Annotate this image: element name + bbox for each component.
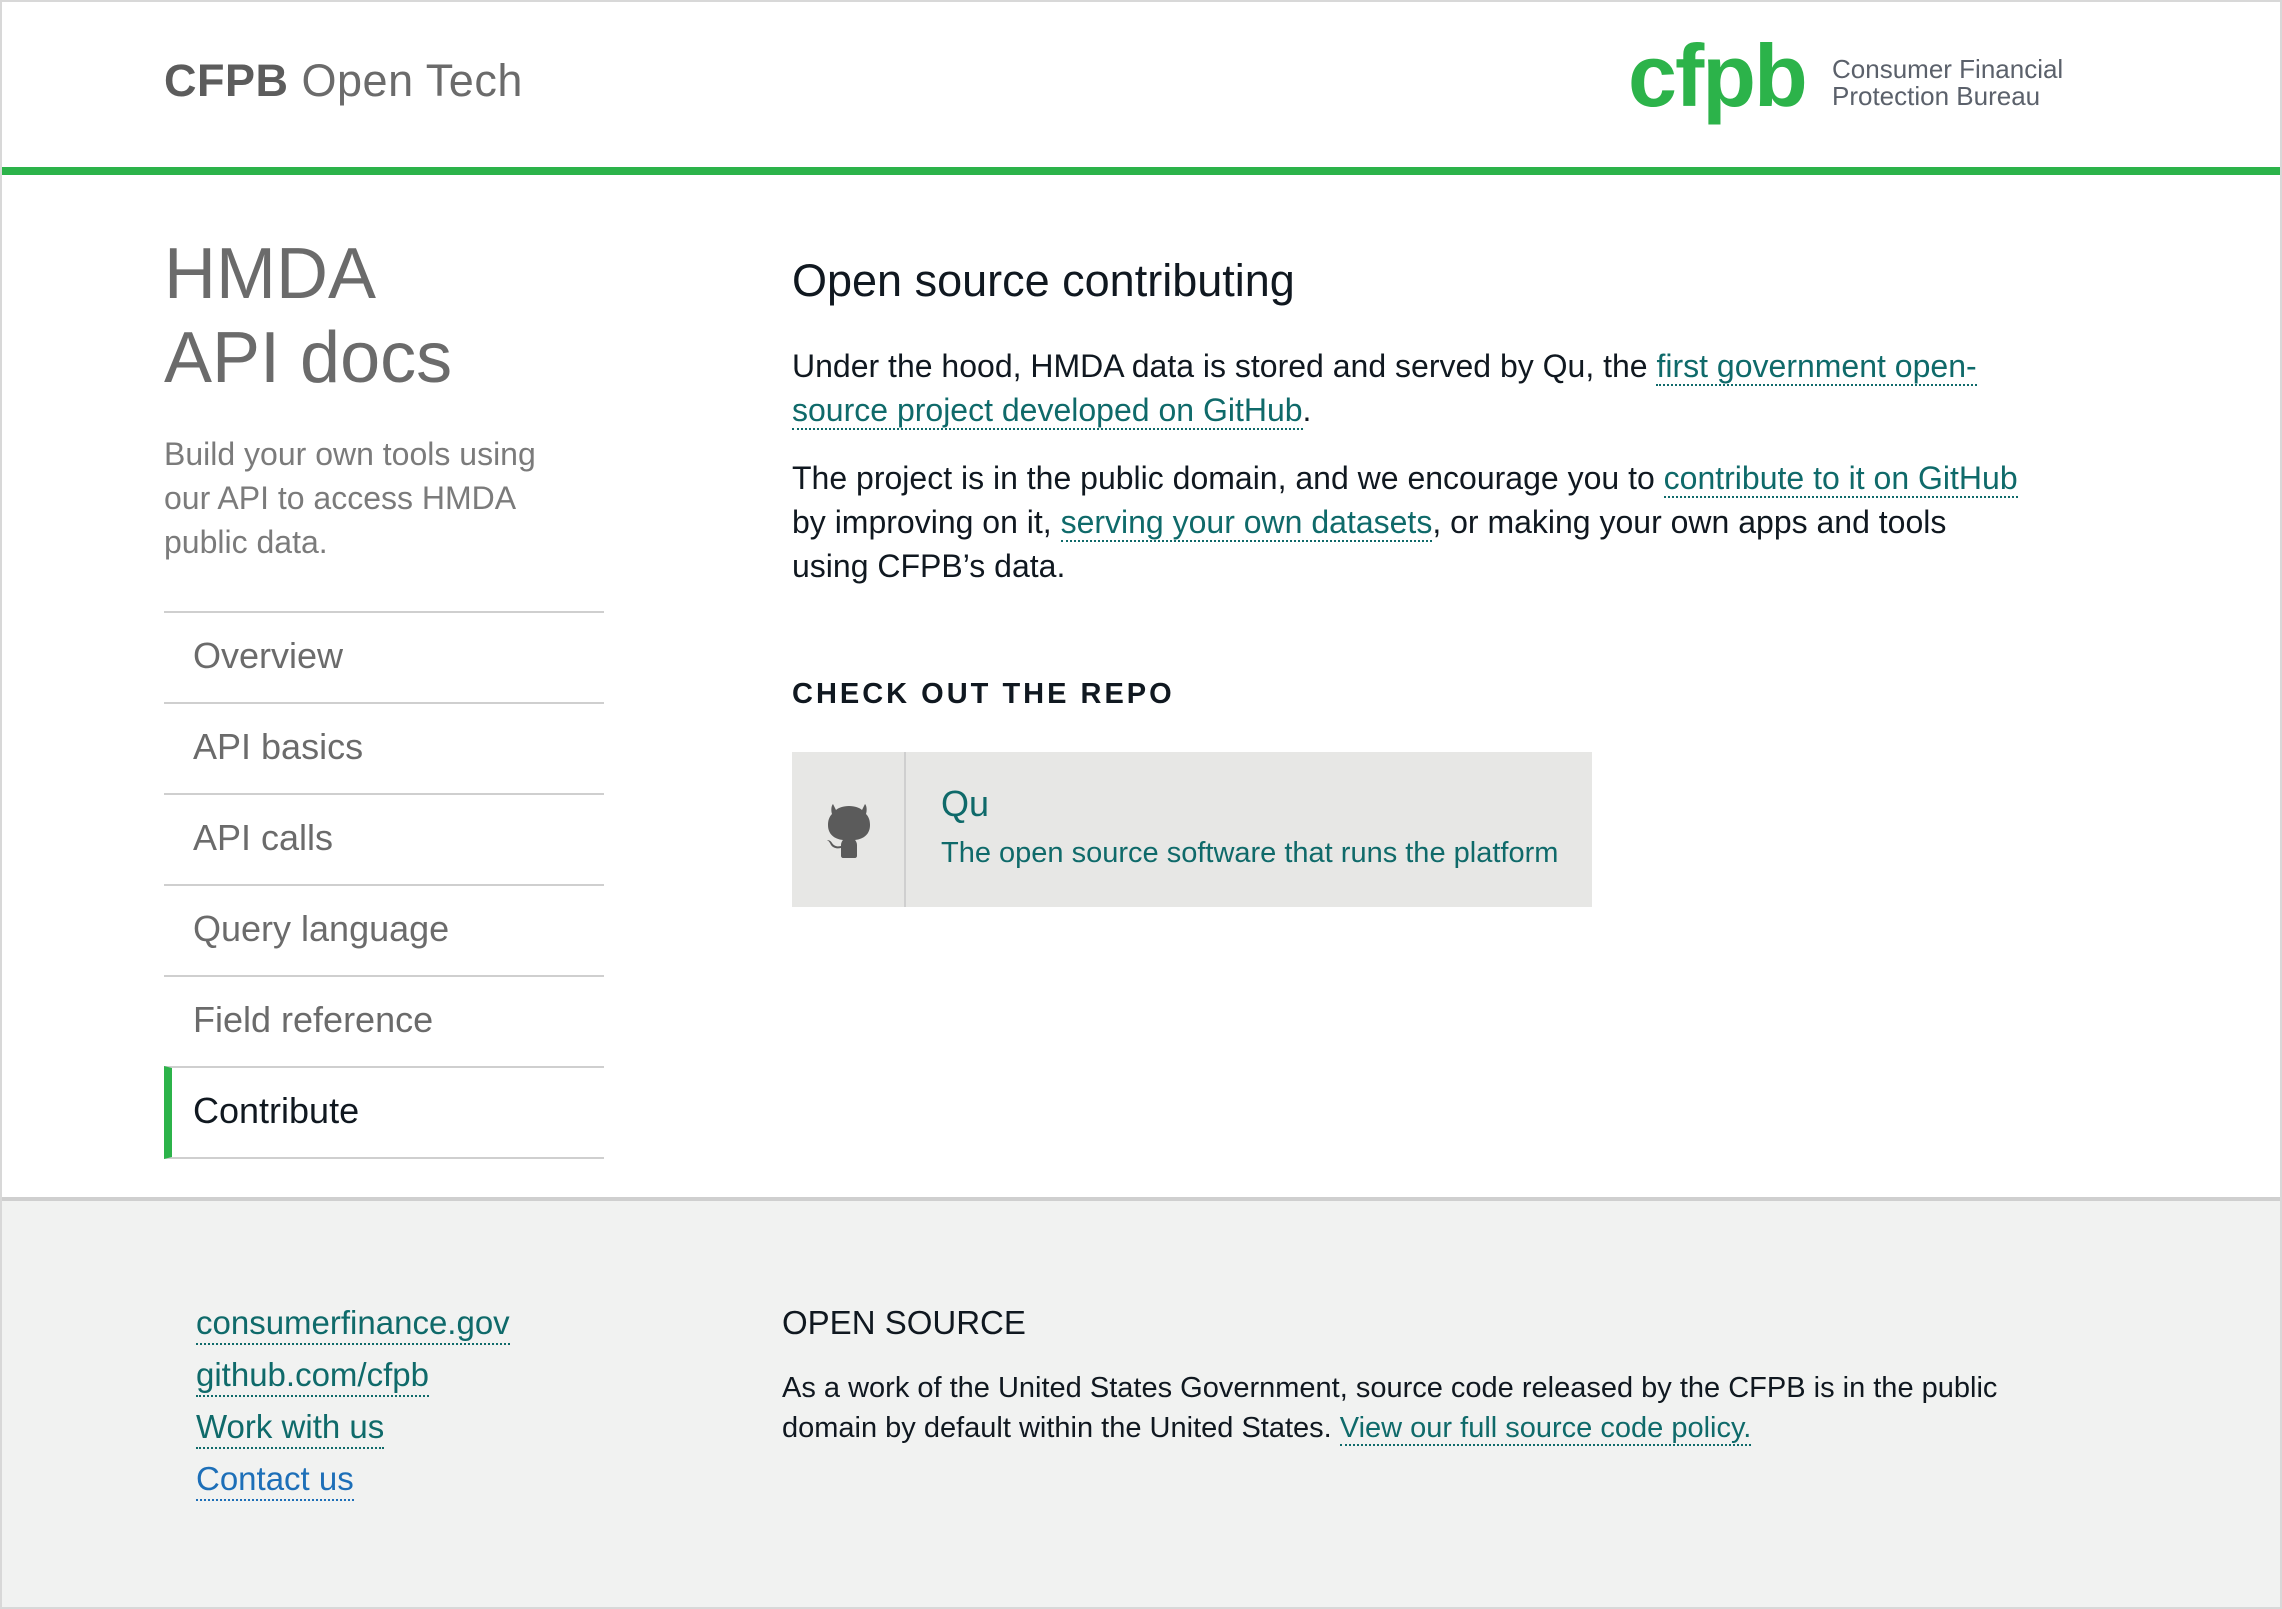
nav-item-label: Overview (193, 635, 344, 676)
logo-text: Consumer Financial Protection Bureau (1832, 56, 2063, 110)
nav-item-label: Contribute (193, 1090, 360, 1131)
sidebar-title-line-2: API docs (164, 318, 453, 398)
p2-text-middle: by improving on it, (792, 504, 1061, 540)
nav-item-label: Query language (193, 908, 450, 949)
source-code-policy-link[interactable]: View our full source code policy. (1339, 1412, 1752, 1446)
p1-text-after: . (1302, 392, 1312, 428)
p2-text-before: The project is in the public domain, and… (792, 460, 1664, 496)
sidebar-title-line-1: HMDA (164, 234, 376, 314)
repo-description: The open source software that runs the p… (941, 837, 1559, 869)
sidebar-description: Build your own tools using our API to ac… (164, 436, 536, 560)
open-source-heading: OPEN SOURCE (782, 1304, 1026, 1341)
sidebar-nav: Overview API basics API calls Query lang… (164, 611, 604, 1159)
logo-line-1: Consumer Financial (1832, 54, 2064, 84)
site-title[interactable]: CFPB Open Tech (164, 55, 523, 107)
p1-text-before: Under the hood, HMDA data is stored and … (792, 348, 1657, 384)
repo-name: Qu (941, 783, 990, 824)
nav-item-label: API basics (193, 726, 364, 767)
header-accent-bar (0, 167, 2282, 175)
nav-item-label: Field reference (193, 999, 434, 1040)
footer-link-github[interactable]: github.com/cfpb (196, 1355, 429, 1397)
repo-icon-cell (792, 752, 906, 907)
intro-paragraph: Under the hood, HMDA data is stored and … (792, 344, 2022, 432)
nav-item-label: API calls (193, 817, 334, 858)
page-heading: Open source contributing (792, 255, 1295, 306)
sidebar-title: HMDA API docs (164, 232, 452, 400)
contribute-paragraph: The project is in the public domain, and… (792, 456, 2022, 588)
cfpb-logo-wordmark: cfpb (1628, 36, 1806, 125)
site-header: CFPB Open Tech cfpb Consumer Financial P… (0, 0, 2282, 167)
footer-links: consumerfinance.gov github.com/cfpb Work… (196, 1303, 510, 1511)
open-source-text: As a work of the United States Governmen… (782, 1368, 2042, 1448)
footer-link-consumerfinance[interactable]: consumerfinance.gov (196, 1303, 510, 1345)
serving-datasets-link[interactable]: serving your own datasets (1060, 504, 1433, 542)
nav-item-field-reference[interactable]: Field reference (164, 975, 604, 1066)
site-title-rest: Open Tech (301, 55, 523, 106)
nav-item-query-language[interactable]: Query language (164, 884, 604, 975)
site-title-strong: CFPB (164, 55, 289, 106)
footer-link-work-with-us[interactable]: Work with us (196, 1407, 385, 1449)
repo-section-label: CHECK OUT THE REPO (792, 678, 1175, 710)
contribute-on-github-link[interactable]: contribute to it on GitHub (1663, 460, 2018, 498)
github-octocat-icon (827, 804, 870, 858)
footer-link-contact-us[interactable]: Contact us (196, 1459, 354, 1501)
nav-item-overview[interactable]: Overview (164, 611, 604, 702)
site-footer: consumerfinance.gov github.com/cfpb Work… (0, 1197, 2282, 1609)
nav-item-api-calls[interactable]: API calls (164, 793, 604, 884)
nav-item-api-basics[interactable]: API basics (164, 702, 604, 793)
logo-line-2: Protection Bureau (1832, 81, 2041, 111)
repo-card-qu[interactable]: Qu The open source software that runs th… (792, 752, 1592, 907)
nav-item-contribute[interactable]: Contribute (164, 1066, 604, 1159)
